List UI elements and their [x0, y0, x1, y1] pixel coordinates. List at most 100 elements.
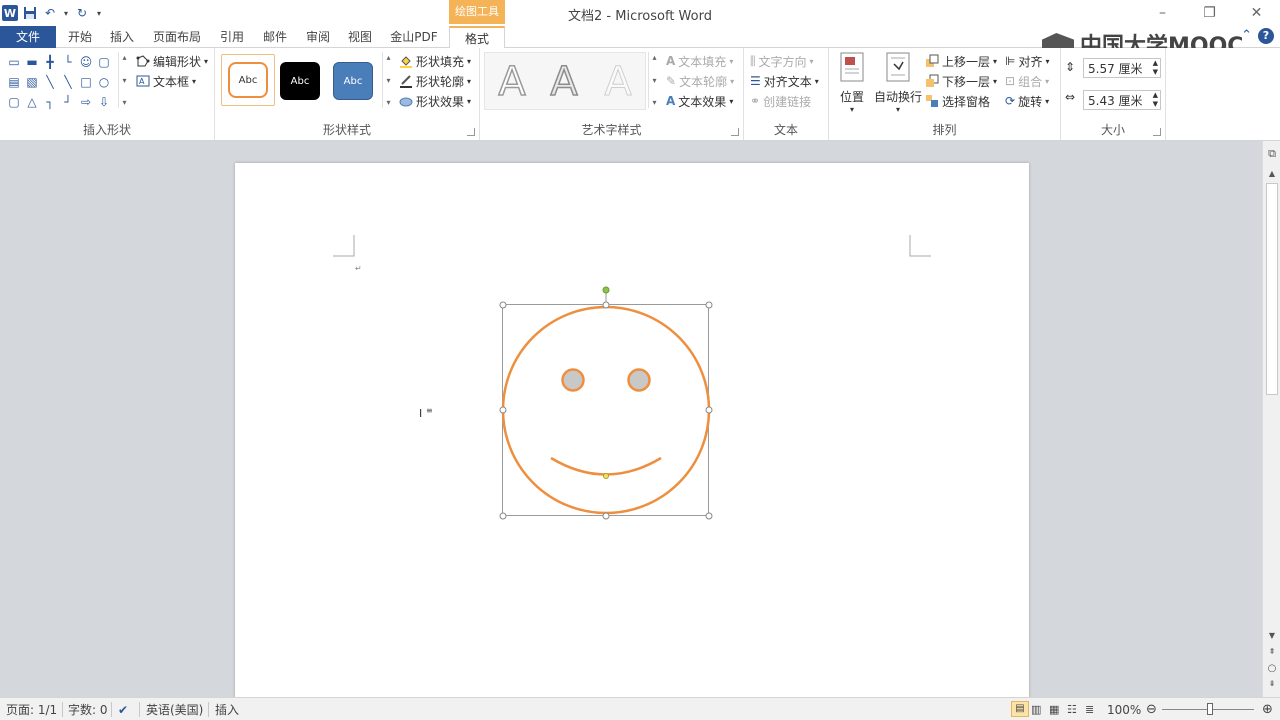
shape-rounded-icon[interactable]: ▢ — [96, 54, 112, 70]
word-logo-icon[interactable]: W — [2, 5, 18, 21]
shape-line-icon[interactable]: ▭ — [6, 54, 22, 70]
shape-textbox-icon[interactable]: ▤ — [6, 74, 22, 90]
close-button[interactable]: ✕ — [1233, 0, 1280, 26]
previous-page-icon[interactable]: ⇞ — [1263, 647, 1280, 656]
tab-page-layout[interactable]: 页面布局 — [148, 26, 206, 48]
shape-roundrect-icon[interactable]: ▢ — [6, 94, 22, 110]
page-count[interactable]: 页面: 1/1 — [6, 701, 57, 719]
scroll-up-icon[interactable]: ▲ — [1263, 169, 1280, 178]
resize-handle-ne[interactable] — [705, 301, 713, 309]
document-page[interactable]: ↵ I ≡ — [235, 163, 1029, 703]
shape-right-arrow-icon[interactable]: ⇨ — [78, 94, 94, 110]
tab-insert[interactable]: 插入 — [102, 26, 142, 48]
wordart-gallery-scroll[interactable]: ▴ ▾ ▾ — [648, 52, 660, 108]
ribbon-collapse-icon[interactable]: ⌃ — [1241, 28, 1252, 44]
wrap-text-button[interactable]: 自动换行 ▾ — [873, 52, 923, 114]
next-page-icon[interactable]: ⇟ — [1263, 679, 1280, 688]
shape-diagonal-icon[interactable]: ╲ — [42, 74, 58, 90]
send-backward-button[interactable]: 下移一层 ▾ — [925, 72, 997, 90]
ruler-toggle-icon[interactable]: ⧉ — [1263, 147, 1280, 161]
wordart-style-2[interactable]: A — [538, 56, 590, 108]
shape-diagonal2-icon[interactable]: ╲ — [60, 74, 76, 90]
undo-icon[interactable]: ↶ — [42, 5, 58, 21]
resize-handle-s[interactable] — [602, 512, 610, 520]
restore-button[interactable]: ❐ — [1186, 0, 1233, 26]
align-button[interactable]: ⊫ 对齐 ▾ — [1005, 52, 1049, 70]
resize-handle-nw[interactable] — [499, 301, 507, 309]
resize-handle-w[interactable] — [499, 406, 507, 414]
text-fill-button[interactable]: A 文本填充 ▾ — [666, 52, 733, 70]
minimize-button[interactable]: – — [1139, 0, 1186, 26]
edit-shape-button[interactable]: 编辑形状 ▾ — [136, 52, 208, 70]
scrollbar-thumb[interactable] — [1266, 183, 1278, 395]
text-direction-button[interactable]: ⫼ 文字方向 ▾ — [750, 52, 814, 70]
shape-rectangle-icon[interactable]: □ — [78, 74, 94, 90]
shape-style-preset-black[interactable]: Abc — [280, 62, 320, 100]
shape-outline-button[interactable]: 形状轮廓 ▾ — [399, 72, 471, 90]
wordart-style-3[interactable]: A — [592, 56, 644, 108]
shape-effects-button[interactable]: 形状效果 ▾ — [399, 92, 471, 110]
scroll-down-icon[interactable]: ▼ — [1263, 631, 1280, 640]
width-spinner[interactable]: ▲ ▼ — [1153, 91, 1158, 109]
shape-connector2-icon[interactable]: ┘ — [60, 94, 76, 110]
shape-width-input[interactable]: 5.43 厘米 ▲ ▼ — [1083, 90, 1161, 110]
tab-references[interactable]: 引用 — [212, 26, 252, 48]
shape-styles-launcher-icon[interactable] — [467, 128, 475, 136]
full-screen-reading-icon[interactable]: ▥ — [1031, 701, 1041, 719]
outline-view-icon[interactable]: ☷ — [1067, 701, 1077, 719]
smile-adjust-handle[interactable] — [603, 473, 609, 479]
wordart-launcher-icon[interactable] — [731, 128, 739, 136]
shape-style-preset-orange-outline[interactable]: Abc — [221, 54, 275, 106]
redo-icon[interactable]: ↻ — [74, 5, 90, 21]
zoom-level[interactable]: 100% — [1107, 701, 1141, 719]
shape-down-arrow-icon[interactable]: ⇩ — [96, 94, 112, 110]
proofing-icon[interactable]: ✔ — [118, 701, 128, 719]
help-icon[interactable]: ? — [1258, 28, 1274, 44]
shape-height-input[interactable]: 5.57 厘米 ▲ ▼ — [1083, 58, 1161, 78]
text-effects-button[interactable]: A 文本效果 ▾ — [666, 92, 733, 110]
tab-view[interactable]: 视图 — [340, 26, 380, 48]
align-text-button[interactable]: ☰ 对齐文本 ▾ — [750, 72, 819, 90]
wordart-style-1[interactable]: A — [486, 56, 538, 108]
shape-oval-icon[interactable]: ○ — [96, 74, 112, 90]
resize-handle-sw[interactable] — [499, 512, 507, 520]
shapes-gallery-scroll[interactable]: ▴ ▾ ▾ — [118, 52, 130, 108]
create-link-button[interactable]: ⚭ 创建链接 — [750, 92, 811, 110]
vertical-scrollbar[interactable]: ⧉ ▲ ▼ ⇞ ○ ⇟ — [1262, 141, 1280, 697]
height-spinner[interactable]: ▲ ▼ — [1153, 59, 1158, 77]
zoom-in-icon[interactable]: ⊕ — [1262, 701, 1273, 719]
shape-elbow-icon[interactable]: └ — [60, 54, 76, 70]
tab-review[interactable]: 审阅 — [298, 26, 338, 48]
zoom-slider-thumb[interactable] — [1207, 703, 1213, 715]
print-layout-view-icon[interactable]: ▤ — [1011, 701, 1029, 717]
shape-picture-icon[interactable]: ▧ — [24, 74, 40, 90]
shape-smiley-icon[interactable]: ☺ — [78, 54, 94, 70]
word-count[interactable]: 字数: 0 — [68, 701, 108, 719]
text-outline-button[interactable]: ✎ 文本轮廓 ▾ — [666, 72, 734, 90]
rotate-button[interactable]: ⟳ 旋转 ▾ — [1005, 92, 1049, 110]
customize-qat-icon[interactable]: ▾ — [94, 5, 104, 21]
web-layout-icon[interactable]: ▦ — [1049, 701, 1059, 719]
shape-fill-button[interactable]: 形状填充 ▾ — [399, 52, 471, 70]
tab-mailings[interactable]: 邮件 — [255, 26, 295, 48]
shape-connector-icon[interactable]: ┐ — [42, 94, 58, 110]
tab-format[interactable]: 格式 — [449, 26, 505, 49]
tab-kingsoft-pdf[interactable]: 金山PDF — [384, 26, 444, 48]
position-button[interactable]: 位置 ▾ — [837, 52, 867, 114]
rotation-handle[interactable] — [602, 286, 610, 294]
size-launcher-icon[interactable] — [1153, 128, 1161, 136]
shape-dash-icon[interactable]: ▬ — [24, 54, 40, 70]
browse-object-icon[interactable]: ○ — [1263, 663, 1280, 674]
tab-home[interactable]: 开始 — [60, 26, 100, 48]
tab-file[interactable]: 文件 — [0, 26, 56, 48]
resize-handle-e[interactable] — [705, 406, 713, 414]
bring-forward-button[interactable]: 上移一层 ▾ — [925, 52, 997, 70]
selection-pane-button[interactable]: 选择窗格 — [925, 92, 990, 110]
resize-handle-se[interactable] — [705, 512, 713, 520]
undo-dropdown-icon[interactable]: ▾ — [62, 5, 70, 21]
shape-style-preset-blue[interactable]: Abc — [333, 62, 373, 100]
save-icon[interactable] — [22, 5, 38, 21]
zoom-out-icon[interactable]: ⊖ — [1146, 701, 1157, 719]
shape-cross-icon[interactable]: ╋ — [42, 54, 58, 70]
text-box-button[interactable]: A 文本框 ▾ — [136, 72, 196, 90]
